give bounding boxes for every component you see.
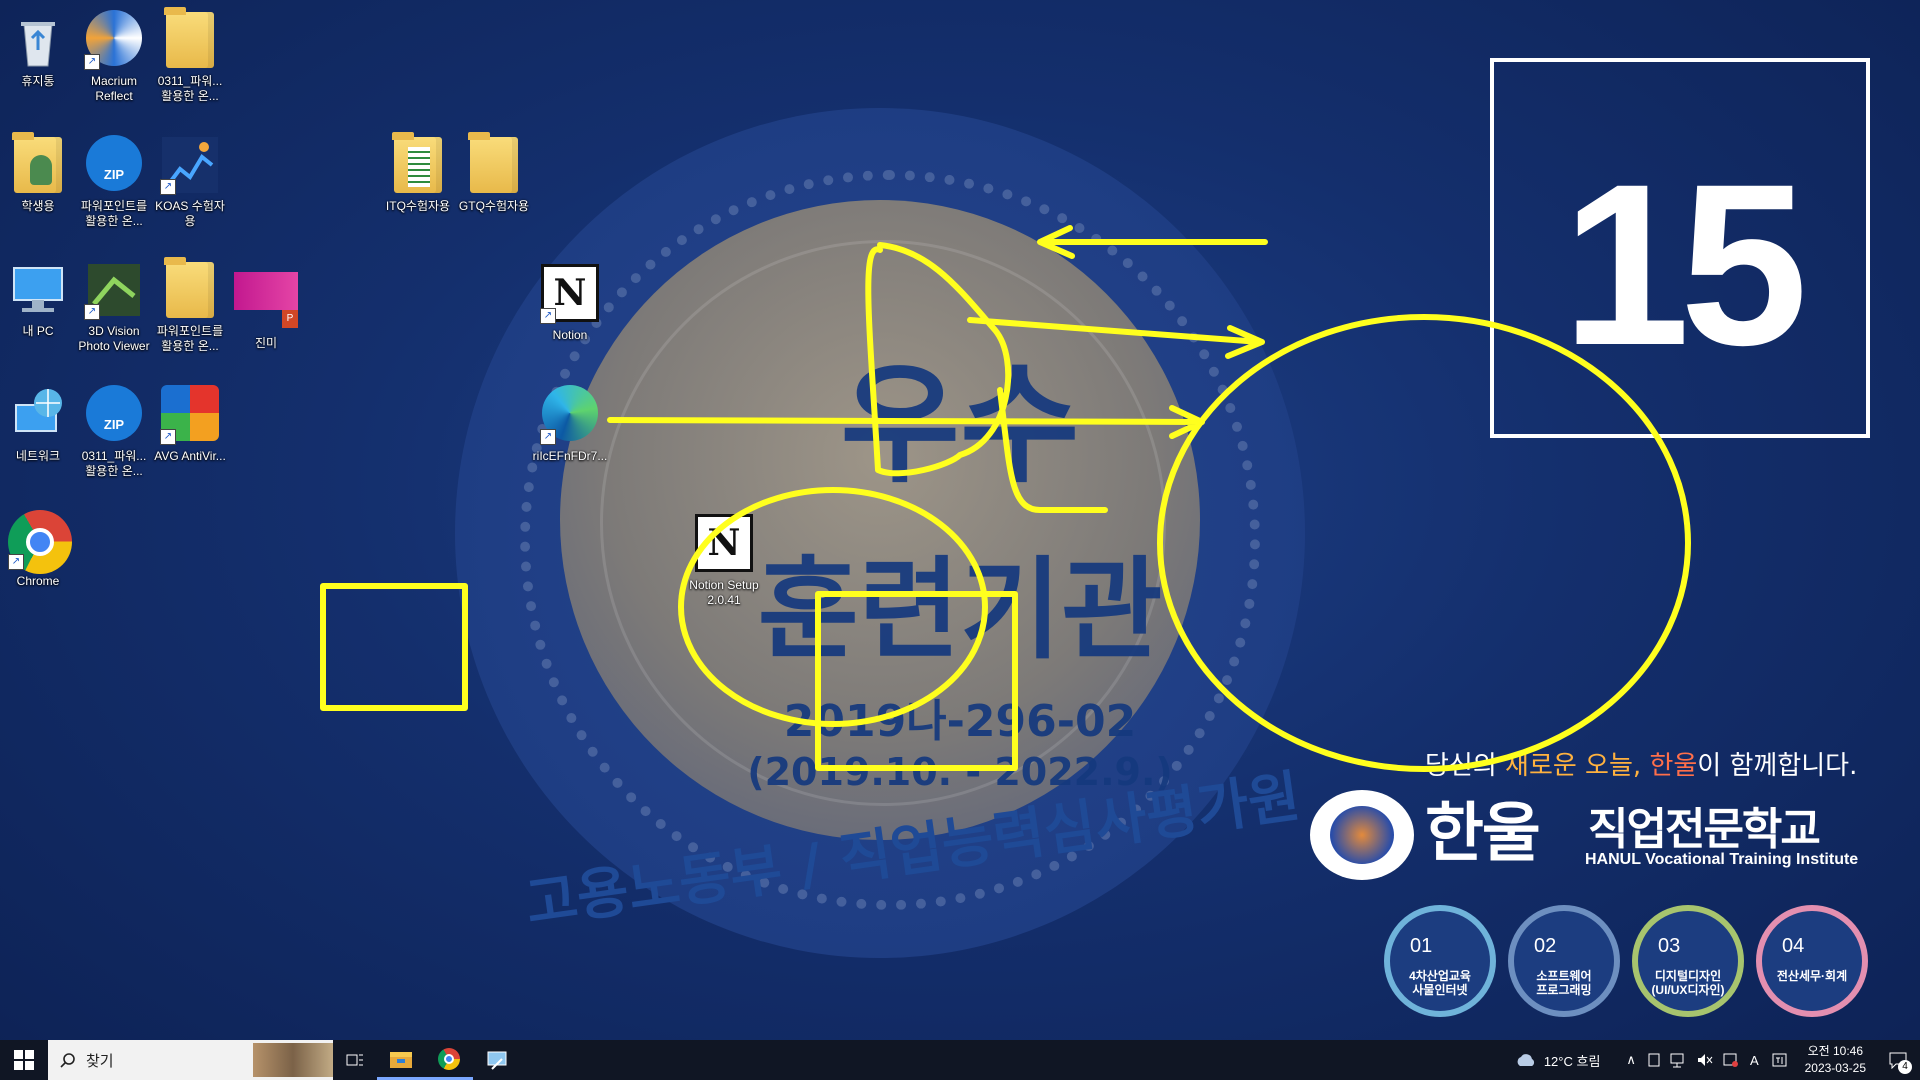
network-status-icon[interactable]: [1670, 1052, 1688, 1068]
weather-cloud-icon: [1517, 1054, 1534, 1066]
chrome-icon: [438, 1047, 460, 1070]
notification-center-button[interactable]: 4: [1876, 1040, 1920, 1080]
annotation-arrow-middle: [967, 317, 1265, 359]
clock-date: 2023-03-25: [1804, 1061, 1866, 1075]
taskbar-file-explorer[interactable]: [377, 1040, 425, 1080]
notification-count-badge: 4: [1898, 1060, 1912, 1074]
task-view-button[interactable]: [333, 1040, 377, 1080]
annotation-circle-small: [678, 487, 988, 727]
ime-hangul-icon[interactable]: [1771, 1052, 1789, 1068]
search-placeholder: 찾기: [86, 1052, 114, 1070]
ime-mode-indicator[interactable]: A: [1744, 1053, 1765, 1068]
annotation-circle-large: [1157, 314, 1691, 772]
search-highlight-image: [253, 1043, 333, 1077]
annotation-arrow-lower: [607, 405, 1205, 439]
tray-app-icon[interactable]: [1646, 1052, 1662, 1068]
weather-text[interactable]: 12°C 흐림: [1538, 1051, 1607, 1070]
annotation-rect-left: [320, 583, 468, 711]
clock-time: 오전 10:46: [1807, 1044, 1864, 1058]
snipping-tool-icon: [487, 1051, 507, 1070]
desktop: 우수 훈련기관 2019나-296-02 (2019.10. - 2022.9.…: [0, 0, 1920, 1040]
search-icon: [60, 1053, 75, 1068]
taskbar: 찾기 12°C 흐림 ∧ A 오전 10:46 2023-03-25 4: [0, 1040, 1920, 1080]
tray-warning-icon[interactable]: [1722, 1052, 1740, 1068]
windows-icon: [14, 1050, 34, 1070]
annotation-overlay: [320, 225, 1691, 772]
file-explorer-icon: [390, 1051, 412, 1068]
annotation-arrow-top: [1037, 225, 1268, 259]
volume-muted-icon[interactable]: [1696, 1052, 1714, 1068]
taskbar-search-box[interactable]: 찾기: [48, 1040, 333, 1080]
taskbar-app-pinned[interactable]: [473, 1040, 521, 1080]
taskbar-clock[interactable]: 오전 10:46 2023-03-25: [1795, 1043, 1876, 1077]
start-button[interactable]: [0, 1040, 48, 1080]
annotation-freehand: [865, 242, 1108, 513]
task-view-icon: [346, 1054, 363, 1066]
tray-overflow-chevron-icon[interactable]: ∧: [1620, 1052, 1642, 1068]
taskbar-chrome[interactable]: [425, 1040, 473, 1080]
